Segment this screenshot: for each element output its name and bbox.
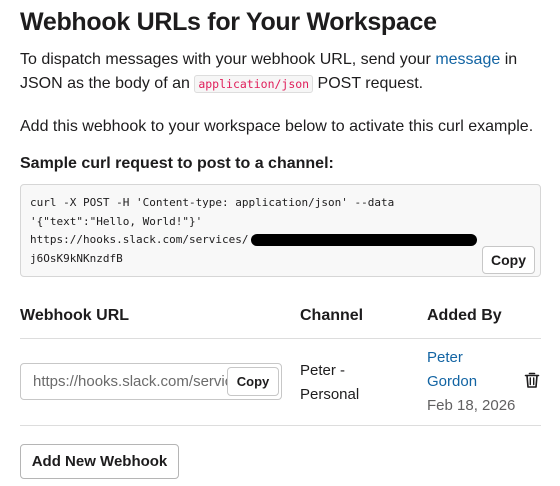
channel-name-line-1: Peter -: [300, 362, 346, 379]
curl-line-1: curl -X POST -H 'Content-type: applicati…: [30, 196, 395, 209]
table-row-divider: [20, 425, 541, 426]
webhook-url-value: https://hooks.slack.com/services/: [33, 373, 253, 390]
copy-curl-button[interactable]: Copy: [482, 246, 535, 274]
added-by-last-name[interactable]: Gordon: [427, 370, 515, 394]
message-link[interactable]: message: [435, 51, 500, 68]
redacted-secret: [250, 234, 477, 246]
curl-line-2: '{"text":"Hello, World!"}': [30, 214, 203, 228]
column-header-channel: Channel: [300, 307, 364, 324]
curl-url-prefix: https://hooks.slack.com/services/: [30, 233, 249, 246]
intro-text: To dispatch messages with your webhook U…: [20, 48, 540, 96]
column-header-added-by: Added By: [427, 307, 502, 324]
curl-code-block: curl -X POST -H 'Content-type: applicati…: [20, 184, 541, 277]
added-date: Feb 18, 2026: [427, 397, 516, 414]
channel-name-line-2: Personal: [300, 386, 360, 403]
column-header-webhook-url: Webhook URL: [20, 307, 130, 324]
sample-heading: Sample curl request to post to a channel…: [20, 155, 334, 172]
webhook-url-field[interactable]: https://hooks.slack.com/services/ Copy: [20, 363, 282, 400]
added-by: Peter Gordon Feb 18, 2026: [427, 346, 515, 418]
content-type-code: application/json: [194, 75, 314, 93]
channel-name: Peter - Personal: [300, 359, 359, 407]
curl-line-3: https://hooks.slack.com/services/: [30, 231, 540, 250]
add-new-webhook-button[interactable]: Add New Webhook: [20, 444, 179, 479]
intro-text-end: POST request.: [313, 75, 424, 92]
trash-icon[interactable]: [523, 371, 541, 389]
added-by-first-name[interactable]: Peter: [427, 346, 515, 370]
table-header-divider: [20, 338, 541, 339]
page-title: Webhook URLs for Your Workspace: [20, 8, 437, 36]
curl-line-4: j6OsK9kNKnzdfB: [30, 251, 123, 265]
intro-text-start: To dispatch messages with your webhook U…: [20, 51, 436, 68]
activation-note: Add this webhook to your workspace below…: [20, 118, 534, 135]
copy-webhook-url-button[interactable]: Copy: [227, 367, 279, 396]
